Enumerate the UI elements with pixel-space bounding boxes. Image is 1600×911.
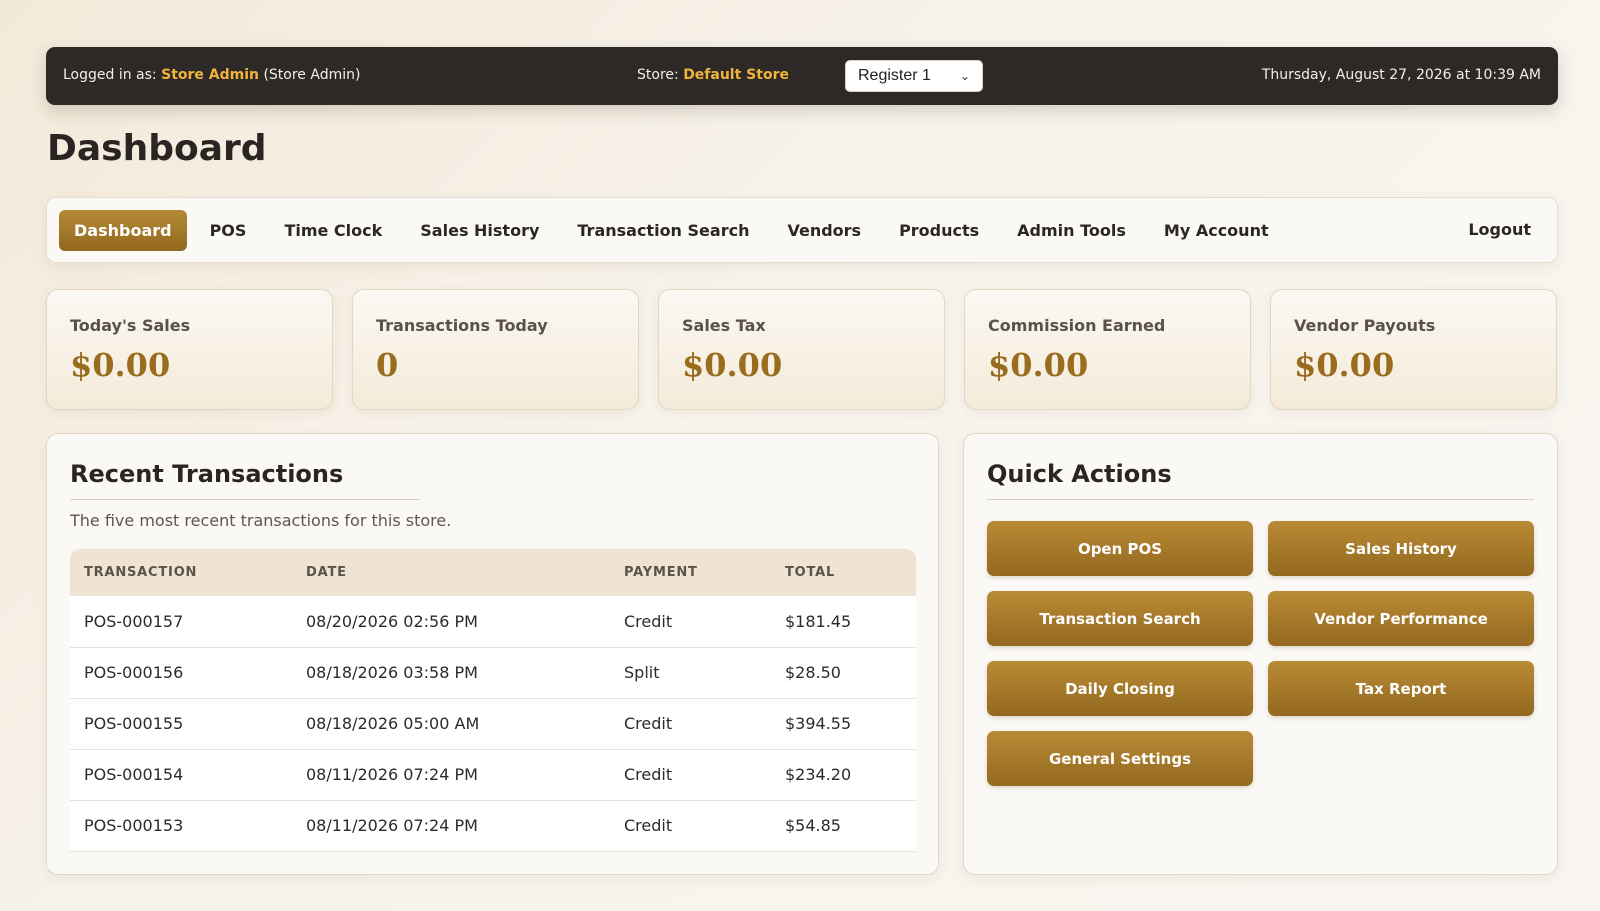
main-nav: Dashboard POS Time Clock Sales History T… xyxy=(46,197,1558,263)
panel-title: Quick Actions xyxy=(987,460,1172,488)
panel-divider xyxy=(987,499,1534,500)
nav-item-admin-tools[interactable]: Admin Tools xyxy=(1002,210,1141,251)
stat-value: $0.00 xyxy=(70,346,171,384)
stat-value: $0.00 xyxy=(682,346,783,384)
stat-card-sales-tax: Sales Tax $0.00 xyxy=(658,289,945,410)
recent-transactions-panel: Recent Transactions The five most recent… xyxy=(46,433,939,875)
sales-history-button[interactable]: Sales History xyxy=(1268,521,1534,576)
logout-link[interactable]: Logout xyxy=(1455,209,1544,250)
panel-description: The five most recent transactions for th… xyxy=(70,511,452,530)
nav-item-pos[interactable]: POS xyxy=(195,210,262,251)
user-name: Store Admin xyxy=(161,67,259,83)
logged-in-info: Logged in as: Store Admin (Store Admin) xyxy=(63,67,360,83)
open-pos-button[interactable]: Open POS xyxy=(987,521,1253,576)
transaction-payment: Split xyxy=(610,647,771,699)
transaction-total: $181.45 xyxy=(771,596,916,648)
stat-label: Transactions Today xyxy=(376,316,548,335)
transaction-date: 08/11/2026 07:24 PM xyxy=(292,749,610,801)
transaction-id: POS-000156 xyxy=(70,647,292,699)
table-row[interactable]: POS-000157 08/20/2026 02:56 PM Credit $1… xyxy=(70,596,916,648)
nav-item-vendors[interactable]: Vendors xyxy=(772,210,876,251)
column-header: TOTAL xyxy=(785,565,836,580)
column-header: PAYMENT xyxy=(624,565,698,580)
column-header: TRANSACTION xyxy=(84,565,198,580)
nav-item-transaction-search[interactable]: Transaction Search xyxy=(562,210,764,251)
transaction-id: POS-000153 xyxy=(70,800,292,852)
transaction-total: $234.20 xyxy=(771,749,916,801)
stat-value: $0.00 xyxy=(988,346,1089,384)
table-row[interactable]: POS-000153 08/11/2026 07:24 PM Credit $5… xyxy=(70,800,916,852)
table-row[interactable]: POS-000155 08/18/2026 05:00 AM Credit $3… xyxy=(70,698,916,750)
stat-card-transactions-today: Transactions Today 0 xyxy=(352,289,639,410)
vendor-performance-button[interactable]: Vendor Performance xyxy=(1268,591,1534,646)
stat-label: Commission Earned xyxy=(988,316,1166,335)
transaction-payment: Credit xyxy=(610,596,771,648)
transaction-payment: Credit xyxy=(610,800,771,852)
stat-card-todays-sales: Today's Sales $0.00 xyxy=(46,289,333,410)
chevron-down-icon: ⌄ xyxy=(959,69,970,83)
panel-title: Recent Transactions xyxy=(70,460,344,488)
transactions-table: TRANSACTION DATE PAYMENT TOTAL POS-00015… xyxy=(70,549,916,852)
daily-closing-button[interactable]: Daily Closing xyxy=(987,661,1253,716)
top-bar: Logged in as: Store Admin (Store Admin) … xyxy=(46,47,1558,105)
transaction-date: 08/18/2026 03:58 PM xyxy=(292,647,610,699)
general-settings-button[interactable]: General Settings xyxy=(987,731,1253,786)
nav-item-dashboard[interactable]: Dashboard xyxy=(59,209,187,251)
transaction-payment: Credit xyxy=(610,698,771,750)
transaction-date: 08/11/2026 07:24 PM xyxy=(292,800,610,852)
user-role: (Store Admin) xyxy=(263,67,361,83)
store-info: Store: Default Store xyxy=(637,67,789,83)
stat-value: 0 xyxy=(376,346,399,384)
nav-item-my-account[interactable]: My Account xyxy=(1149,210,1284,251)
transaction-id: POS-000155 xyxy=(70,698,292,750)
logged-in-label: Logged in as: xyxy=(63,67,157,83)
stat-card-vendor-payouts: Vendor Payouts $0.00 xyxy=(1270,289,1557,410)
nav-item-time-clock[interactable]: Time Clock xyxy=(269,210,397,251)
nav-item-sales-history[interactable]: Sales History xyxy=(405,210,554,251)
register-value: Register 1 xyxy=(858,67,931,84)
transaction-payment: Credit xyxy=(610,749,771,801)
transaction-date: 08/18/2026 05:00 AM xyxy=(292,698,610,750)
stat-value: $0.00 xyxy=(1294,346,1395,384)
tax-report-button[interactable]: Tax Report xyxy=(1268,661,1534,716)
transaction-total: $28.50 xyxy=(771,647,916,699)
table-header-row: TRANSACTION DATE PAYMENT TOTAL xyxy=(70,549,916,596)
column-header: DATE xyxy=(306,565,347,580)
current-datetime: Thursday, August 27, 2026 at 10:39 AM xyxy=(1261,67,1541,83)
transaction-date: 08/20/2026 02:56 PM xyxy=(292,596,610,648)
store-label: Store: xyxy=(637,67,679,83)
quick-actions-panel: Quick Actions Open POS Sales History Tra… xyxy=(963,433,1558,875)
stat-card-commission-earned: Commission Earned $0.00 xyxy=(964,289,1251,410)
transaction-total: $394.55 xyxy=(771,698,916,750)
table-row[interactable]: POS-000154 08/11/2026 07:24 PM Credit $2… xyxy=(70,749,916,801)
store-name: Default Store xyxy=(683,67,789,83)
stat-label: Vendor Payouts xyxy=(1294,316,1436,335)
nav-item-products[interactable]: Products xyxy=(884,210,994,251)
page-title: Dashboard xyxy=(47,128,267,169)
transaction-id: POS-000154 xyxy=(70,749,292,801)
panel-divider xyxy=(70,499,420,500)
table-row[interactable]: POS-000156 08/18/2026 03:58 PM Split $28… xyxy=(70,647,916,699)
stat-label: Today's Sales xyxy=(70,316,191,335)
transaction-total: $54.85 xyxy=(771,800,916,852)
register-select[interactable]: Register 1 ⌄ xyxy=(845,60,983,92)
stat-label: Sales Tax xyxy=(682,316,766,335)
transaction-search-button[interactable]: Transaction Search xyxy=(987,591,1253,646)
transaction-id: POS-000157 xyxy=(70,596,292,648)
